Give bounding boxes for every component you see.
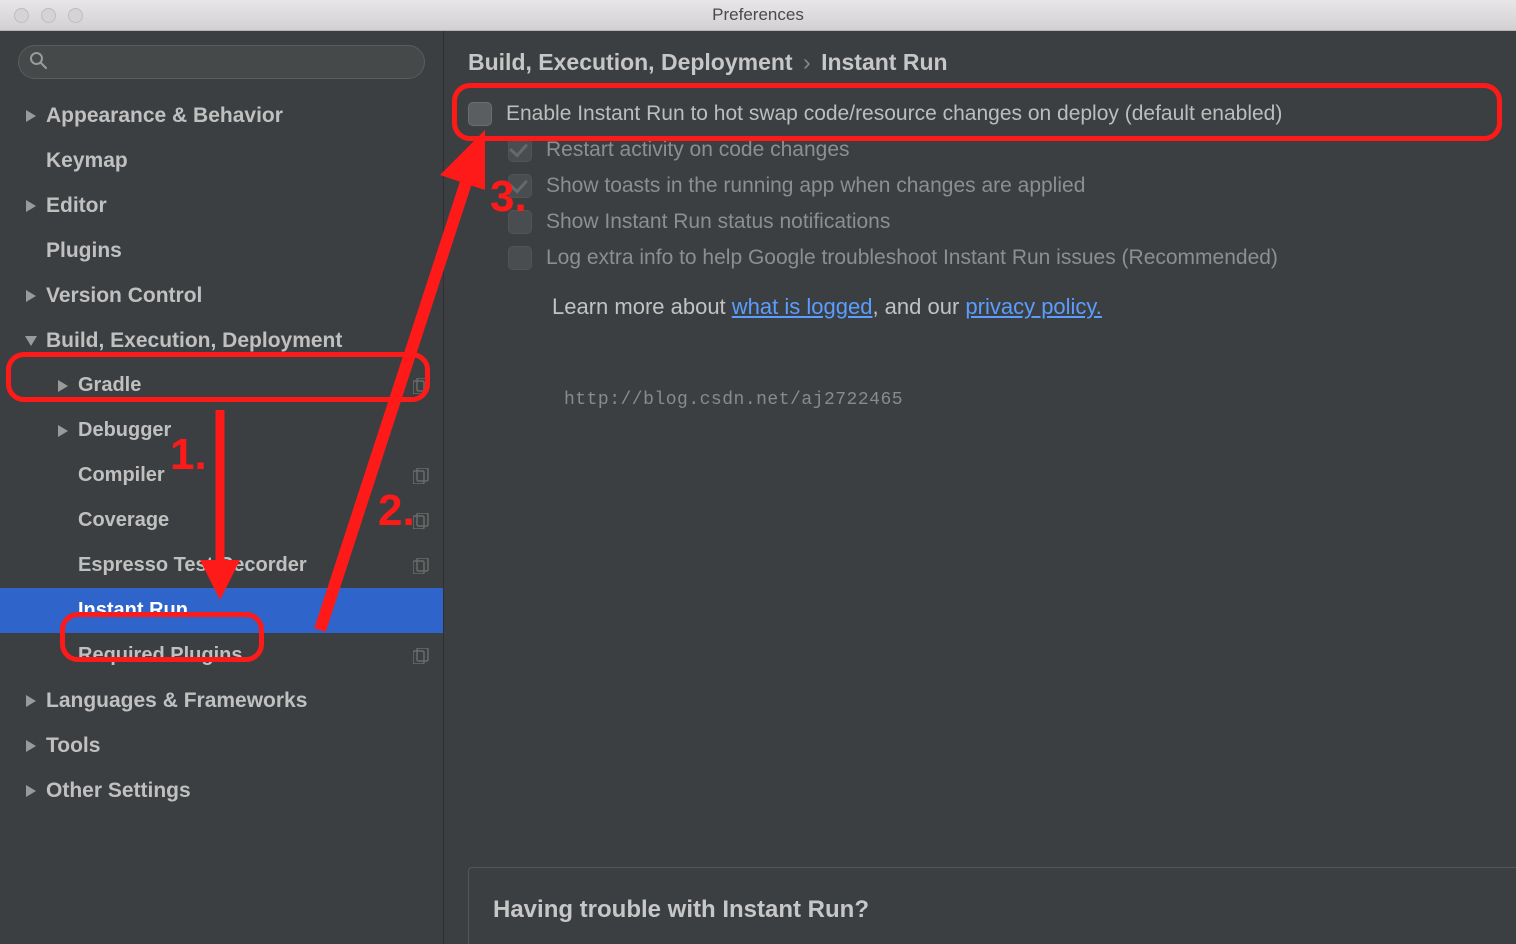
sidebar-item-label: Compiler	[78, 464, 165, 487]
link-what-is-logged[interactable]: what is logged	[732, 294, 873, 319]
sidebar-item-required-plugins[interactable]: Required Plugins	[0, 633, 443, 678]
watermark-text: http://blog.csdn.net/aj2722465	[444, 320, 1516, 410]
chevron-down-icon	[24, 336, 38, 346]
checkbox	[508, 138, 532, 162]
checkbox	[508, 174, 532, 198]
sidebar-item-label: Coverage	[78, 509, 169, 532]
chevron-right-icon	[24, 695, 38, 707]
option-row[interactable]: Enable Instant Run to hot swap code/reso…	[444, 96, 1516, 132]
titlebar: Preferences	[0, 0, 1516, 31]
project-scope-icon	[413, 513, 429, 529]
trouble-panel: Having trouble with Instant Run?	[468, 867, 1516, 944]
checkbox	[508, 210, 532, 234]
breadcrumb: Build, Execution, Deployment › Instant R…	[444, 31, 1516, 96]
close-window-button[interactable]	[14, 8, 29, 23]
option-row: Log extra info to help Google troublesho…	[444, 240, 1516, 276]
sidebar-item-label: Languages & Frameworks	[46, 689, 307, 713]
chevron-right-icon	[24, 740, 38, 752]
minimize-window-button[interactable]	[41, 8, 56, 23]
breadcrumb-leaf: Instant Run	[821, 49, 948, 75]
sidebar-item-label: Editor	[46, 194, 107, 218]
sidebar-item-other-settings[interactable]: Other Settings	[0, 768, 443, 813]
sidebar-item-editor[interactable]: Editor	[0, 183, 443, 228]
option-label: Restart activity on code changes	[546, 138, 850, 162]
option-label: Show Instant Run status notifications	[546, 210, 890, 234]
sidebar-item-tools[interactable]: Tools	[0, 723, 443, 768]
sidebar-item-label: Debugger	[78, 419, 171, 442]
option-row: Restart activity on code changes	[444, 132, 1516, 168]
sidebar-item-label: Instant Run	[78, 599, 188, 622]
chevron-right-icon	[24, 785, 38, 797]
sidebar-item-label: Tools	[46, 734, 100, 758]
sidebar-item-debugger[interactable]: Debugger	[0, 408, 443, 453]
search-field[interactable]	[53, 53, 414, 72]
sidebar-item-appearance-behavior[interactable]: Appearance & Behavior	[0, 93, 443, 138]
sidebar-item-label: Other Settings	[46, 779, 191, 803]
checkbox[interactable]	[468, 102, 492, 126]
sidebar-item-espresso-test-recorder[interactable]: Espresso Test Recorder	[0, 543, 443, 588]
preferences-sidebar: Appearance & Behavior Keymap Editor Plugins…	[0, 31, 444, 944]
settings-content: Build, Execution, Deployment › Instant R…	[444, 31, 1516, 944]
trouble-heading: Having trouble with Instant Run?	[493, 896, 869, 923]
sidebar-item-label: Appearance & Behavior	[46, 104, 283, 128]
chevron-right-icon	[56, 380, 70, 392]
breadcrumb-separator: ›	[803, 49, 811, 75]
sidebar-item-label: Plugins	[46, 239, 122, 263]
sidebar-item-build-execution-deployment[interactable]: Build, Execution, Deployment	[0, 318, 443, 363]
sidebar-item-languages-frameworks[interactable]: Languages & Frameworks	[0, 678, 443, 723]
link-privacy-policy[interactable]: privacy policy.	[965, 294, 1102, 319]
sidebar-item-label: Espresso Test Recorder	[78, 554, 307, 577]
chevron-right-icon	[56, 425, 70, 437]
chevron-right-icon	[24, 200, 38, 212]
sidebar-item-instant-run[interactable]: Instant Run	[0, 588, 443, 633]
sidebar-item-label: Version Control	[46, 284, 202, 308]
chevron-right-icon	[24, 110, 38, 122]
zoom-window-button[interactable]	[68, 8, 83, 23]
sidebar-item-label: Required Plugins	[78, 644, 242, 667]
sidebar-item-plugins[interactable]: Plugins	[0, 228, 443, 273]
project-scope-icon	[413, 558, 429, 574]
sidebar-item-label: Keymap	[46, 149, 128, 173]
sidebar-item-version-control[interactable]: Version Control	[0, 273, 443, 318]
sidebar-item-label: Gradle	[78, 374, 141, 397]
settings-tree: Appearance & Behavior Keymap Editor Plugins…	[0, 89, 443, 944]
project-scope-icon	[413, 468, 429, 484]
option-row: Show toasts in the running app when chan…	[444, 168, 1516, 204]
project-scope-icon	[413, 378, 429, 394]
search-icon	[29, 51, 47, 74]
option-label: Enable Instant Run to hot swap code/reso…	[506, 102, 1282, 126]
sidebar-item-label: Build, Execution, Deployment	[46, 329, 342, 353]
search-input[interactable]	[18, 45, 425, 79]
window-title: Preferences	[712, 5, 804, 25]
sidebar-item-keymap[interactable]: Keymap	[0, 138, 443, 183]
sidebar-item-gradle[interactable]: Gradle	[0, 363, 443, 408]
learn-more-text: Learn more about what is logged, and our…	[444, 276, 1516, 320]
option-row: Show Instant Run status notifications	[444, 204, 1516, 240]
sidebar-item-compiler[interactable]: Compiler	[0, 453, 443, 498]
checkbox	[508, 246, 532, 270]
chevron-right-icon	[24, 290, 38, 302]
project-scope-icon	[413, 648, 429, 664]
sidebar-item-coverage[interactable]: Coverage	[0, 498, 443, 543]
option-label: Log extra info to help Google troublesho…	[546, 246, 1278, 270]
window-controls	[0, 8, 83, 23]
option-label: Show toasts in the running app when chan…	[546, 174, 1085, 198]
breadcrumb-root[interactable]: Build, Execution, Deployment	[468, 49, 793, 75]
